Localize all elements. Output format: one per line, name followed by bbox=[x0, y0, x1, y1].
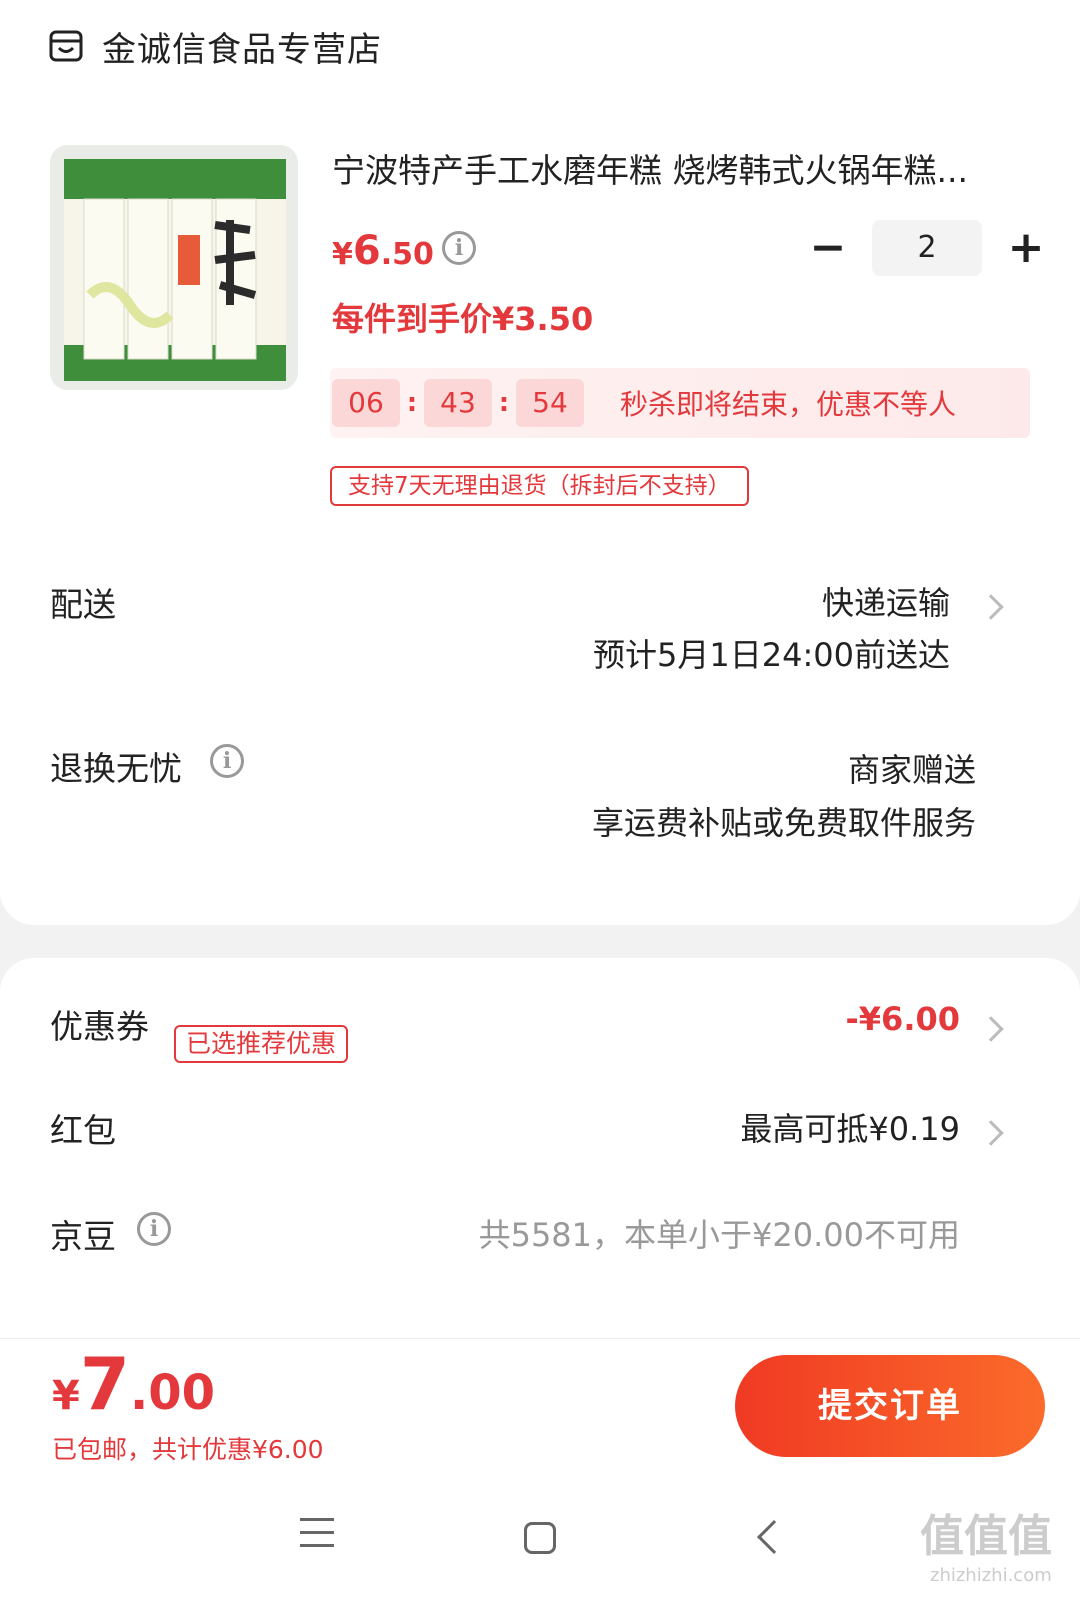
store-icon bbox=[49, 30, 83, 62]
product-card: 金诚信食品专营店 宁波特产手工水磨年糕 烧烤韩式火锅年糕... ¥6.50 i … bbox=[0, 0, 1080, 925]
delivery-method[interactable]: 快递运输 bbox=[822, 578, 950, 624]
red-packet-label: 红包 bbox=[50, 1111, 116, 1150]
flash-sale-countdown: 06 : 43 : 54 秒杀即将结束，优惠不等人 bbox=[330, 368, 1030, 438]
countdown-text: 秒杀即将结束，优惠不等人 bbox=[620, 388, 957, 421]
quantity-plus-button[interactable]: + bbox=[1006, 226, 1046, 270]
countdown-seconds: 54 bbox=[516, 379, 584, 427]
home-icon[interactable] bbox=[524, 1522, 556, 1554]
countdown-separator: : bbox=[498, 388, 510, 418]
returns-value-secondary: 享运费补贴或免费取件服务 bbox=[591, 804, 976, 842]
jd-beans-info-icon[interactable]: i bbox=[137, 1212, 171, 1246]
total-price: ¥7.00 bbox=[52, 1342, 215, 1426]
product-price: ¥6.50 bbox=[332, 228, 434, 274]
countdown-minutes: 43 bbox=[424, 379, 492, 427]
jd-beans-value: 共5581，本单小于¥20.00不可用 bbox=[478, 1216, 960, 1254]
coupon-recommended-tag: 已选推荐优惠 bbox=[174, 1025, 349, 1063]
coupon-label: 优惠券 bbox=[50, 1007, 149, 1046]
price-info-icon[interactable]: i bbox=[442, 231, 476, 265]
price-integer: 6 bbox=[352, 228, 381, 274]
total-decimal: .00 bbox=[129, 1365, 215, 1421]
returns-info-icon[interactable]: i bbox=[210, 744, 244, 778]
menu-icon[interactable] bbox=[300, 1518, 334, 1548]
store-name[interactable]: 金诚信食品专营店 bbox=[102, 22, 382, 71]
product-image[interactable] bbox=[50, 145, 298, 390]
total-subtext: 已包邮，共计优惠¥6.00 bbox=[52, 1435, 324, 1464]
quantity-stepper: − 2 + bbox=[808, 220, 1046, 276]
red-packet-value[interactable]: 最高可抵¥0.19 bbox=[740, 1104, 960, 1150]
total-integer: 7 bbox=[79, 1342, 130, 1426]
quantity-minus-button[interactable]: − bbox=[808, 226, 848, 270]
price-symbol: ¥ bbox=[332, 237, 353, 272]
returns-label: 退换无忧 bbox=[50, 749, 182, 788]
jd-beans-label: 京豆 bbox=[50, 1217, 116, 1256]
delivery-eta: 预计5月1日24:00前送达 bbox=[593, 636, 950, 674]
unit-price: 每件到手价¥3.50 bbox=[332, 300, 594, 338]
submit-order-button[interactable]: 提交订单 bbox=[735, 1355, 1045, 1457]
countdown-hours: 06 bbox=[332, 379, 400, 427]
returns-value-primary: 商家赠送 bbox=[847, 751, 976, 789]
price-decimal: .50 bbox=[380, 237, 434, 272]
delivery-chevron-icon[interactable] bbox=[978, 594, 1004, 620]
quantity-input[interactable]: 2 bbox=[872, 220, 982, 276]
delivery-label: 配送 bbox=[50, 585, 116, 624]
watermark-logo: 值值值 bbox=[920, 1511, 1052, 1562]
store-header[interactable]: 金诚信食品专营店 bbox=[48, 22, 382, 70]
product-title[interactable]: 宁波特产手工水磨年糕 烧烤韩式火锅年糕... bbox=[332, 144, 1032, 192]
return-policy-tag: 支持7天无理由退货（拆封后不支持） bbox=[330, 466, 749, 506]
total-symbol: ¥ bbox=[52, 1373, 80, 1419]
countdown-separator: : bbox=[406, 388, 418, 418]
watermark-url: zhizhizhi.com bbox=[930, 1565, 1052, 1586]
coupon-value[interactable]: -¥6.00 bbox=[846, 1000, 961, 1038]
